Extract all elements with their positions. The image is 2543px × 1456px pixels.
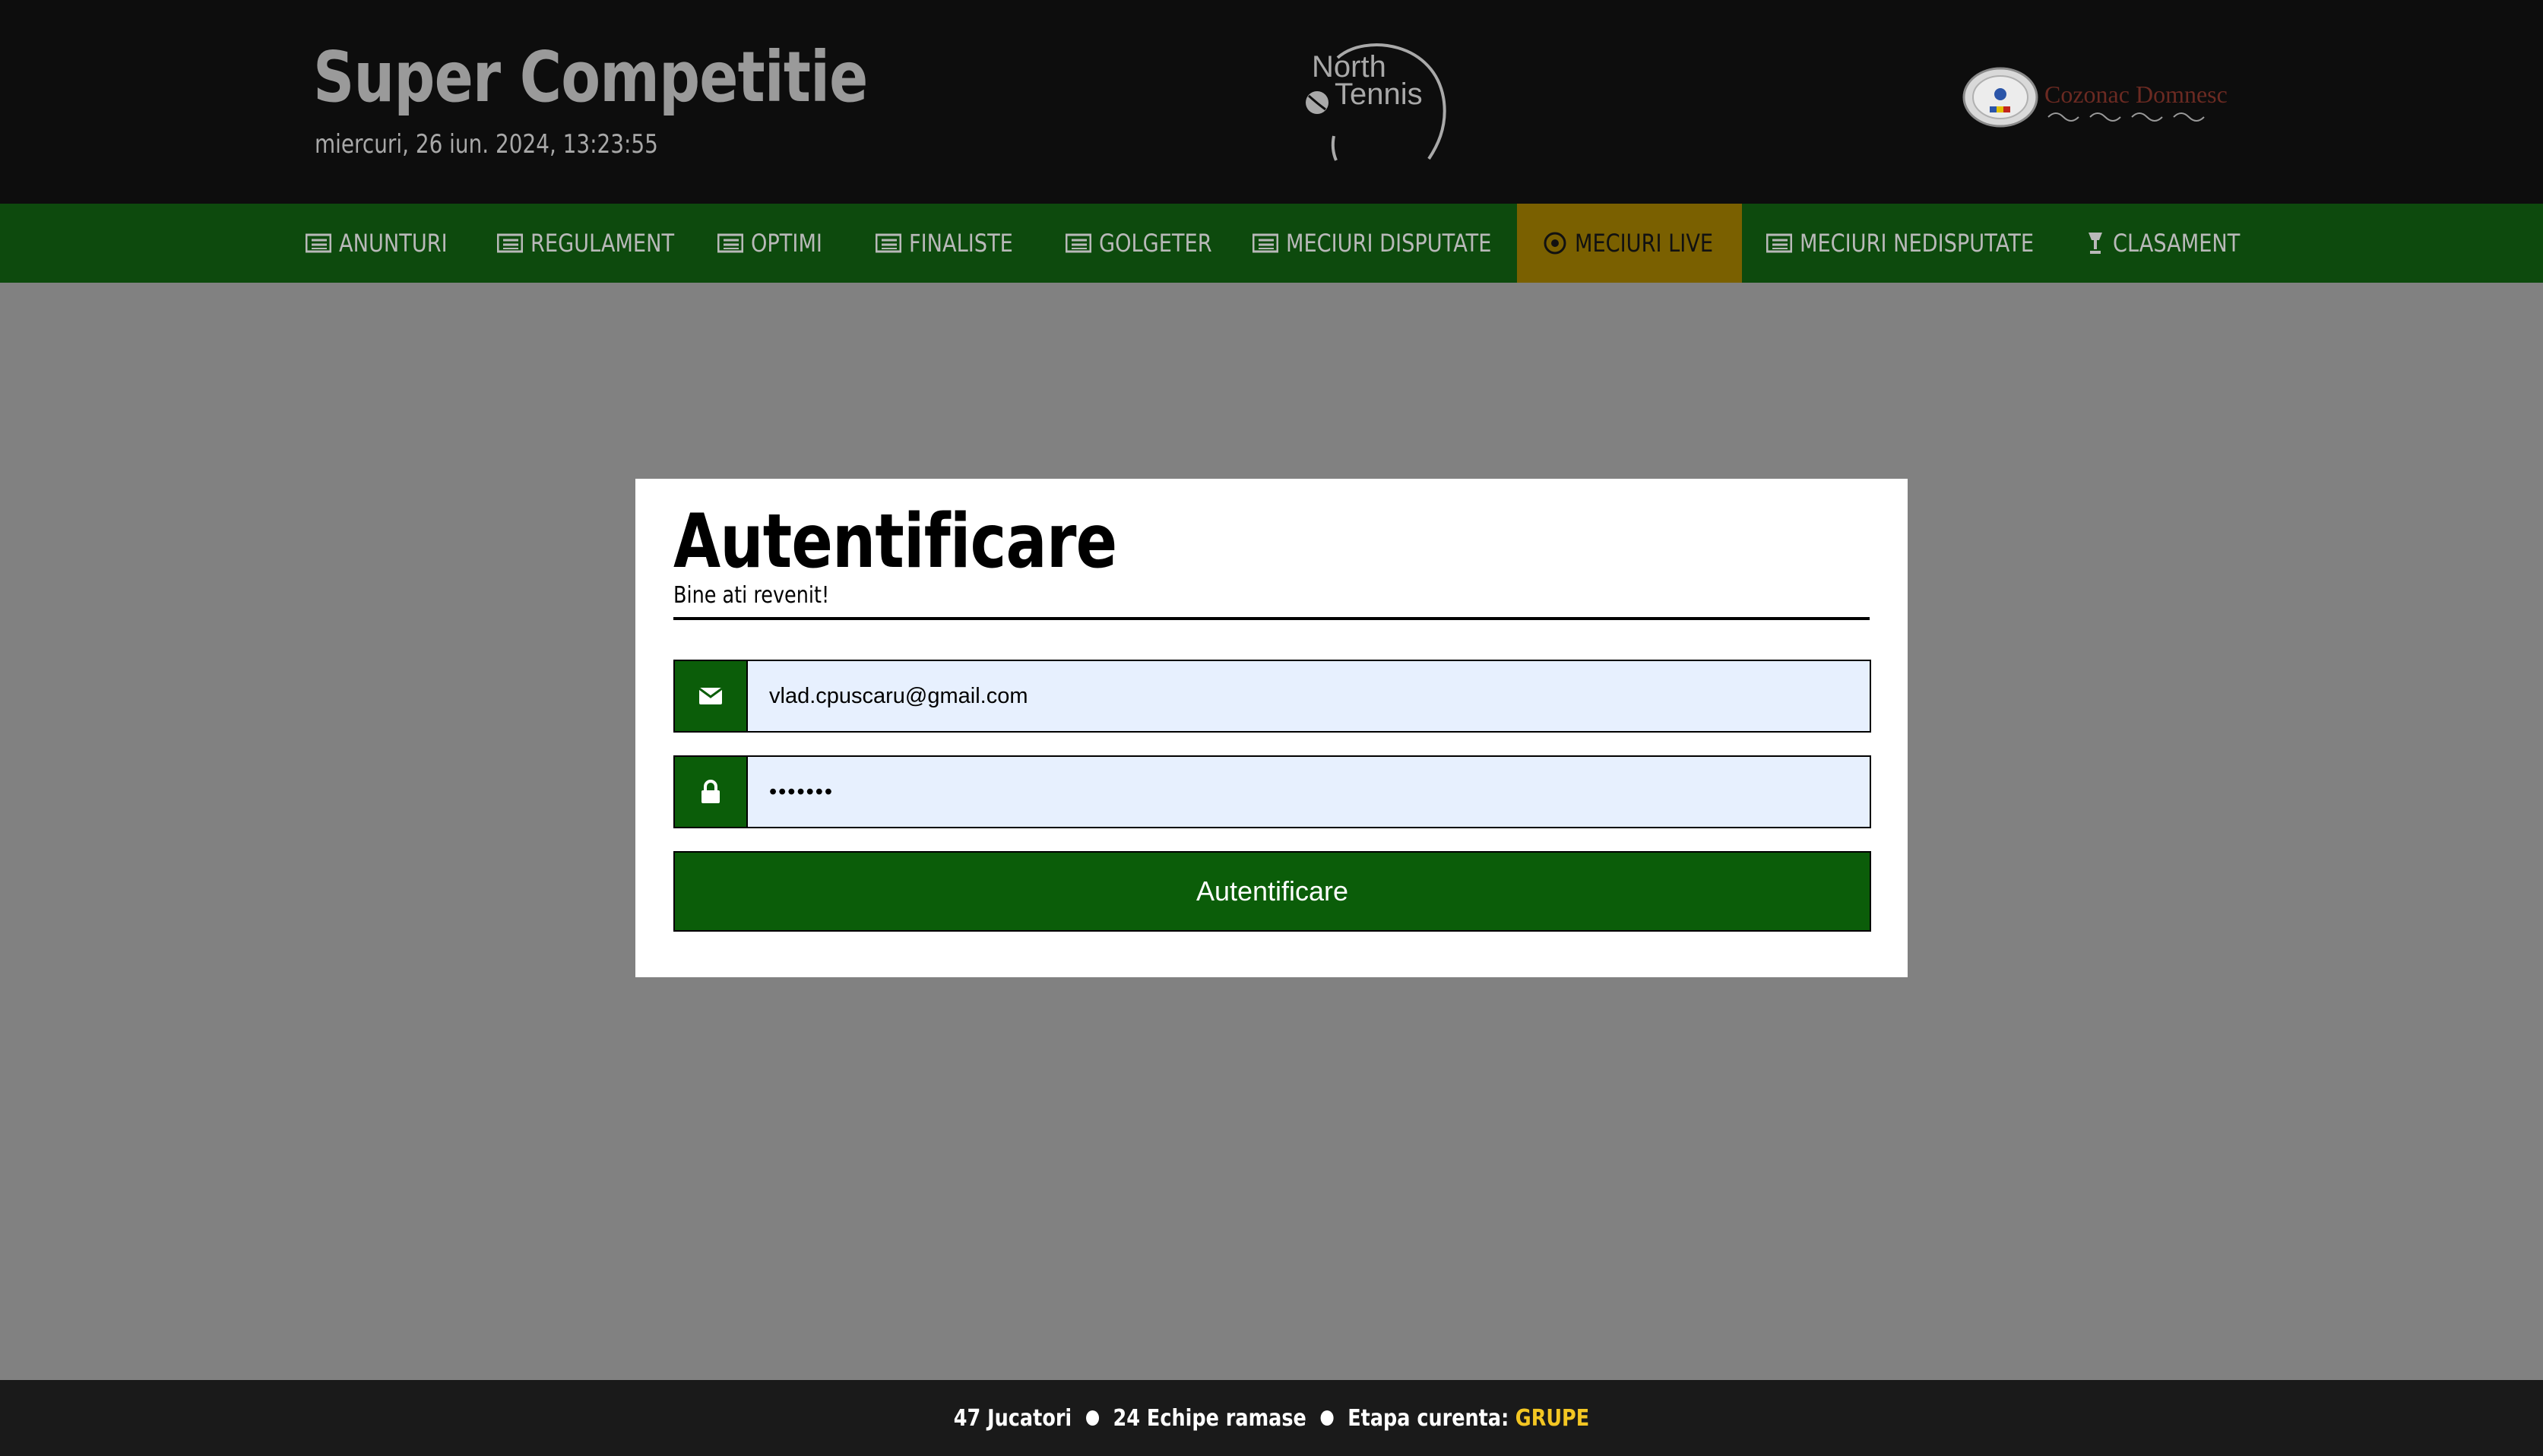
nav-label: MECIURI LIVE bbox=[1575, 229, 1714, 258]
list-icon bbox=[717, 233, 743, 253]
status-footer: 47 Jucatori 24 Echipe ramase Etapa curen… bbox=[0, 1380, 2543, 1456]
login-submit-button[interactable]: Autentificare bbox=[673, 851, 1871, 932]
sponsor-name: Cozonac Domnesc bbox=[2044, 81, 2228, 108]
list-icon bbox=[306, 233, 331, 253]
separator-dot-icon bbox=[1320, 1410, 1334, 1426]
password-field bbox=[673, 755, 1871, 828]
list-icon bbox=[1066, 233, 1091, 253]
separator-dot-icon bbox=[1085, 1410, 1099, 1426]
lock-icon bbox=[675, 757, 748, 827]
nav-item-optimi[interactable]: OPTIMI bbox=[717, 204, 835, 283]
password-input[interactable] bbox=[748, 757, 1870, 827]
nav-item-golgeter[interactable]: GOLGETER bbox=[1066, 204, 1232, 283]
nav-label: CLASAMENT bbox=[2113, 229, 2241, 258]
teams-remaining: 24 Echipe ramase bbox=[1113, 1404, 1306, 1432]
envelope-icon bbox=[675, 661, 748, 731]
list-icon bbox=[497, 233, 523, 253]
nav-item-anunturi[interactable]: ANUNTURI bbox=[306, 204, 467, 283]
login-title: Autentificare bbox=[673, 499, 1117, 585]
list-icon bbox=[1766, 233, 1792, 253]
live-circle-icon bbox=[1543, 231, 1567, 255]
trophy-icon bbox=[2085, 230, 2105, 256]
players-count: 47 Jucatori bbox=[953, 1404, 1072, 1432]
email-input[interactable] bbox=[748, 661, 1870, 731]
main-nav: ANUNTURI REGULAMENT OPTIMI FINALISTE GOL… bbox=[0, 204, 2543, 283]
stage-label: Etapa curenta: bbox=[1348, 1404, 1509, 1432]
login-modal: Autentificare Bine ati revenit! Autentif… bbox=[635, 479, 1908, 977]
login-subtitle: Bine ati revenit! bbox=[673, 582, 830, 609]
list-icon bbox=[1252, 233, 1278, 253]
nav-label: FINALISTE bbox=[909, 229, 1013, 258]
site-header: Super Competitie miercuri, 26 iun. 2024,… bbox=[0, 0, 2543, 204]
list-icon bbox=[876, 233, 901, 253]
stage-value: GRUPE bbox=[1515, 1404, 1590, 1432]
site-title: Super Competitie bbox=[313, 36, 868, 118]
nav-item-meciuri-disputate[interactable]: MECIURI DISPUTATE bbox=[1252, 204, 1528, 283]
sponsor-logo[interactable]: Cozonac Domnesc bbox=[1962, 65, 2228, 129]
north-tennis-logo[interactable]: North Tennis bbox=[1292, 33, 1459, 163]
nav-label: GOLGETER bbox=[1099, 229, 1212, 258]
nav-item-regulament[interactable]: REGULAMENT bbox=[497, 204, 699, 283]
sponsor-ornament-icon bbox=[2047, 112, 2205, 122]
nav-item-finaliste[interactable]: FINALISTE bbox=[876, 204, 1031, 283]
nav-label: OPTIMI bbox=[751, 229, 822, 258]
current-datetime: miercuri, 26 iun. 2024, 13:23:55 bbox=[315, 129, 658, 160]
sponsor-seal-icon bbox=[1962, 67, 2038, 128]
logo-text-tennis: Tennis bbox=[1335, 78, 1423, 111]
email-field bbox=[673, 660, 1871, 733]
nav-item-meciuri-live[interactable]: MECIURI LIVE bbox=[1517, 204, 1742, 283]
nav-item-meciuri-nedisputate[interactable]: MECIURI NEDISPUTATE bbox=[1766, 204, 2075, 283]
nav-label: REGULAMENT bbox=[530, 229, 675, 258]
nav-label: MECIURI NEDISPUTATE bbox=[1800, 229, 2035, 258]
nav-label: ANUNTURI bbox=[339, 229, 448, 258]
nav-label: MECIURI DISPUTATE bbox=[1286, 229, 1492, 258]
nav-item-clasament[interactable]: CLASAMENT bbox=[2085, 204, 2263, 283]
title-divider bbox=[673, 617, 1870, 620]
